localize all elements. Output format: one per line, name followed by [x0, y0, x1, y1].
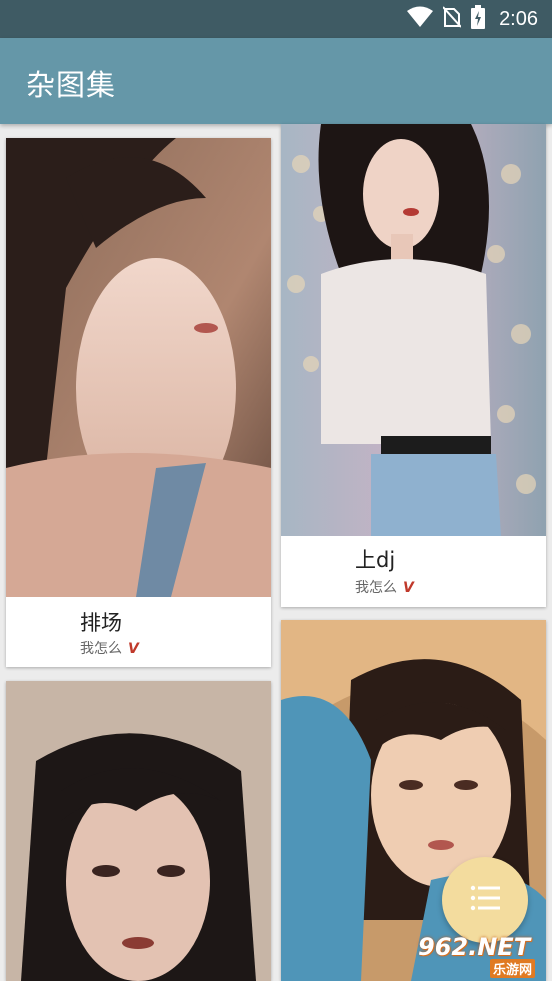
- watermark-logo: 962.NET: [418, 933, 531, 961]
- wifi-icon: [407, 6, 434, 32]
- card-author: 我怎么 V: [80, 638, 139, 658]
- verified-badge: V: [128, 641, 139, 657]
- card-title: 排场: [80, 611, 122, 635]
- gallery-photo: [6, 681, 271, 981]
- status-bar: 2:06: [0, 0, 552, 38]
- gallery-photo: [6, 138, 271, 597]
- gallery-card[interactable]: 排场 我怎么 V: [6, 138, 271, 667]
- gallery-photo: [281, 124, 546, 536]
- card-caption: 排场 我怎么 V: [6, 597, 271, 667]
- author-name: 我怎么: [80, 641, 122, 657]
- list-menu-icon: [470, 885, 500, 915]
- verified-badge: V: [403, 580, 414, 596]
- card-title: 上dj: [355, 548, 396, 572]
- card-author: 我怎么 V: [355, 577, 414, 597]
- app-bar: 杂图集: [0, 38, 552, 124]
- card-caption: 上dj 我怎么 V: [281, 536, 546, 607]
- author-name: 我怎么: [355, 580, 397, 596]
- gallery-card[interactable]: [6, 681, 271, 981]
- no-sim-icon: [442, 6, 462, 32]
- watermark-sub: 乐游网: [490, 959, 536, 978]
- site-watermark: 962.NET 乐游网: [412, 931, 548, 978]
- status-icons: 2:06: [407, 0, 538, 38]
- gallery-card[interactable]: 上dj 我怎么 V: [281, 124, 546, 607]
- page-title: 杂图集: [26, 68, 117, 102]
- battery-charging-icon: [471, 5, 486, 33]
- status-time: 2:06: [499, 7, 538, 30]
